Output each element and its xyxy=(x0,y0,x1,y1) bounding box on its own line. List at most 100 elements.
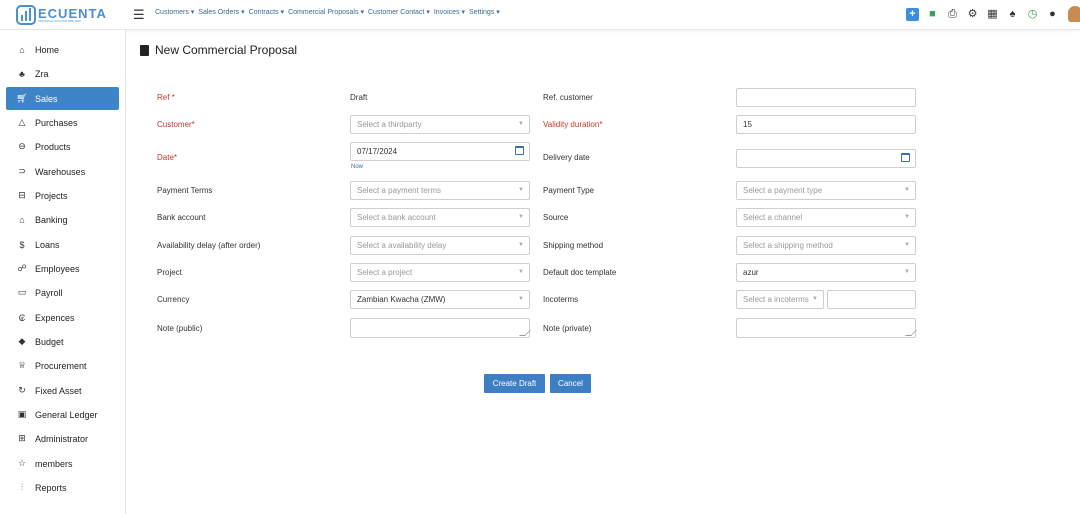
sidebar-item-home[interactable]: ⌂ Home xyxy=(6,38,119,61)
calendar-icon[interactable]: ▦ xyxy=(986,8,999,21)
gear-icon[interactable]: ⚙ xyxy=(966,8,979,21)
bank-account-select[interactable]: Select a bank account ▼ xyxy=(350,208,530,227)
asset-icon: ↻ xyxy=(18,385,26,395)
members-icon: ☆ xyxy=(17,458,27,468)
sidebar-item-procurement[interactable]: ♕ Procurement xyxy=(6,354,119,377)
project-select[interactable]: Select a project ▼ xyxy=(350,263,530,282)
sidebar: ⌂ Home ♣ Zra 🛒︎ Sales △ Purchases ⊖ Products … xyxy=(0,30,126,514)
create-draft-button[interactable]: Create Draft xyxy=(484,374,545,393)
date-label: Date* xyxy=(157,153,178,162)
note-private-textarea[interactable] xyxy=(736,318,917,338)
doc-template-select[interactable]: azur ▼ xyxy=(736,263,916,282)
bank-account-label: Bank account xyxy=(157,213,206,222)
cancel-button[interactable]: Cancel xyxy=(550,374,591,393)
availability-label: Availability delay (after order) xyxy=(157,241,261,250)
bell-icon[interactable]: ♠ xyxy=(1006,8,1019,21)
chevron-down-icon: ▼ xyxy=(904,242,910,248)
clock-icon[interactable]: ◷ xyxy=(1026,8,1039,21)
chevron-down-icon: ▼ xyxy=(518,269,524,275)
chevron-down-icon: ▼ xyxy=(812,296,818,302)
shipping-method-label: Shipping method xyxy=(543,241,604,250)
location-icon[interactable]: ● xyxy=(1046,8,1059,21)
budget-icon: ◆ xyxy=(18,336,26,346)
resize-handle-icon[interactable] xyxy=(519,330,531,336)
delivery-date-input[interactable] xyxy=(736,149,916,168)
sidebar-item-warehouses[interactable]: ⊃ Warehouses xyxy=(6,160,119,183)
note-public-textarea[interactable] xyxy=(350,318,531,338)
top-bar: ECUENTA FINANCIAL ACCOUNTING ERP ☰ Custo… xyxy=(0,0,1080,30)
sidebar-item-products[interactable]: ⊖ Products xyxy=(6,135,119,158)
chevron-down-icon: ▼ xyxy=(518,242,524,248)
sidebar-item-projects[interactable]: ⊟ Projects xyxy=(6,184,119,207)
now-link[interactable]: Now xyxy=(351,164,363,170)
sidebar-item-banking[interactable]: ⌂ Banking xyxy=(6,208,119,231)
customer-label: Customer* xyxy=(157,120,195,129)
source-select[interactable]: Select a channel ▼ xyxy=(736,208,916,227)
admin-icon: ⊞ xyxy=(18,433,26,443)
top-menu: Customers ▾ Sales Orders ▾ Contracts ▾ C… xyxy=(155,8,504,16)
group-icon: ♣ xyxy=(19,68,25,79)
calendar-icon[interactable] xyxy=(901,153,910,162)
sidebar-item-sales[interactable]: 🛒︎ Sales xyxy=(6,87,119,110)
dollar-icon: $ xyxy=(19,239,25,250)
sidebar-item-members[interactable]: ☆ members xyxy=(6,452,119,475)
page-title: New Commercial Proposal xyxy=(140,43,297,57)
topnav-contracts[interactable]: Contracts ▾ xyxy=(249,8,288,16)
payroll-icon: ▭ xyxy=(17,287,27,297)
sidebar-item-general-ledger[interactable]: ▣ General Ledger xyxy=(6,403,119,426)
plus-icon[interactable]: + xyxy=(906,7,919,21)
date-input[interactable]: 07/17/2024 xyxy=(350,142,530,161)
resize-handle-icon[interactable] xyxy=(905,330,917,336)
chat-icon[interactable]: ■ xyxy=(926,8,939,21)
truck-icon: ⊃ xyxy=(18,166,26,176)
topnav-invoices[interactable]: Invoices ▾ xyxy=(434,8,469,16)
payment-type-select[interactable]: Select a payment type ▼ xyxy=(736,181,916,200)
sidebar-item-payroll[interactable]: ▭ Payroll xyxy=(6,281,119,304)
note-private-label: Note (private) xyxy=(543,324,592,333)
sidebar-item-reports[interactable]: ⫶ Reports xyxy=(6,476,119,499)
chart-icon: ⫶ xyxy=(20,482,24,492)
ref-customer-input[interactable] xyxy=(736,88,916,107)
logo-icon xyxy=(16,5,36,25)
topnav-customer-contact[interactable]: Customer Contact ▾ xyxy=(368,8,434,16)
ledger-icon: ▣ xyxy=(17,409,27,419)
sidebar-item-loans[interactable]: $ Loans xyxy=(6,233,119,256)
menu-toggle-icon[interactable]: ☰ xyxy=(133,8,145,21)
topnav-settings[interactable]: Settings ▾ xyxy=(469,8,504,16)
calendar-icon[interactable] xyxy=(515,146,524,155)
incoterms-select[interactable]: Select a incoterms ▼ xyxy=(736,290,824,309)
topnav-commercial-proposals[interactable]: Commercial Proposals ▾ xyxy=(288,8,368,16)
sidebar-item-zra[interactable]: ♣ Zra xyxy=(6,62,119,85)
topnav-sales-orders[interactable]: Sales Orders ▾ xyxy=(198,8,248,16)
top-icons: + ■ ⎙ ⚙ ▦ ♠ ◷ ● xyxy=(906,6,1080,22)
users-icon: ☍ xyxy=(17,263,27,273)
currency-select[interactable]: Zambian Kwacha (ZMW) ▼ xyxy=(350,290,530,309)
ref-value: Draft xyxy=(350,93,368,102)
availability-select[interactable]: Select a availability delay ▼ xyxy=(350,236,530,255)
customer-select[interactable]: Select a thirdparty ▼ xyxy=(350,115,530,134)
sidebar-item-purchases[interactable]: △ Purchases xyxy=(6,111,119,134)
sidebar-item-expences[interactable]: ₢ Expences xyxy=(6,306,119,329)
validity-input[interactable]: 15 xyxy=(736,115,916,134)
user-avatar[interactable] xyxy=(1068,6,1080,22)
sidebar-item-budget[interactable]: ◆ Budget xyxy=(6,330,119,353)
briefcase-icon: ⊟ xyxy=(18,190,26,200)
payment-terms-label: Payment Terms xyxy=(157,186,213,195)
topnav-customers[interactable]: Customers ▾ xyxy=(155,8,198,16)
incoterms-location-input[interactable] xyxy=(827,290,916,309)
printer-icon[interactable]: ⎙ xyxy=(946,8,959,21)
note-public-label: Note (public) xyxy=(157,324,203,333)
bag-icon: △ xyxy=(18,117,26,127)
shipping-method-select[interactable]: Select a shipping method ▼ xyxy=(736,236,916,255)
sidebar-item-employees[interactable]: ☍ Employees xyxy=(6,257,119,280)
payment-terms-select[interactable]: Select a payment terms ▼ xyxy=(350,181,530,200)
validity-label: Validity duration* xyxy=(543,120,603,129)
cart-icon: 🛒︎ xyxy=(16,93,28,103)
sidebar-item-administrator[interactable]: ⊞ Administrator xyxy=(6,427,119,450)
home-icon: ⌂ xyxy=(19,44,25,55)
document-icon xyxy=(140,44,149,56)
project-label: Project xyxy=(157,268,182,277)
sidebar-item-fixed-asset[interactable]: ↻ Fixed Asset xyxy=(6,379,119,402)
chevron-down-icon: ▼ xyxy=(518,187,524,193)
brand-logo[interactable]: ECUENTA FINANCIAL ACCOUNTING ERP xyxy=(16,4,106,26)
